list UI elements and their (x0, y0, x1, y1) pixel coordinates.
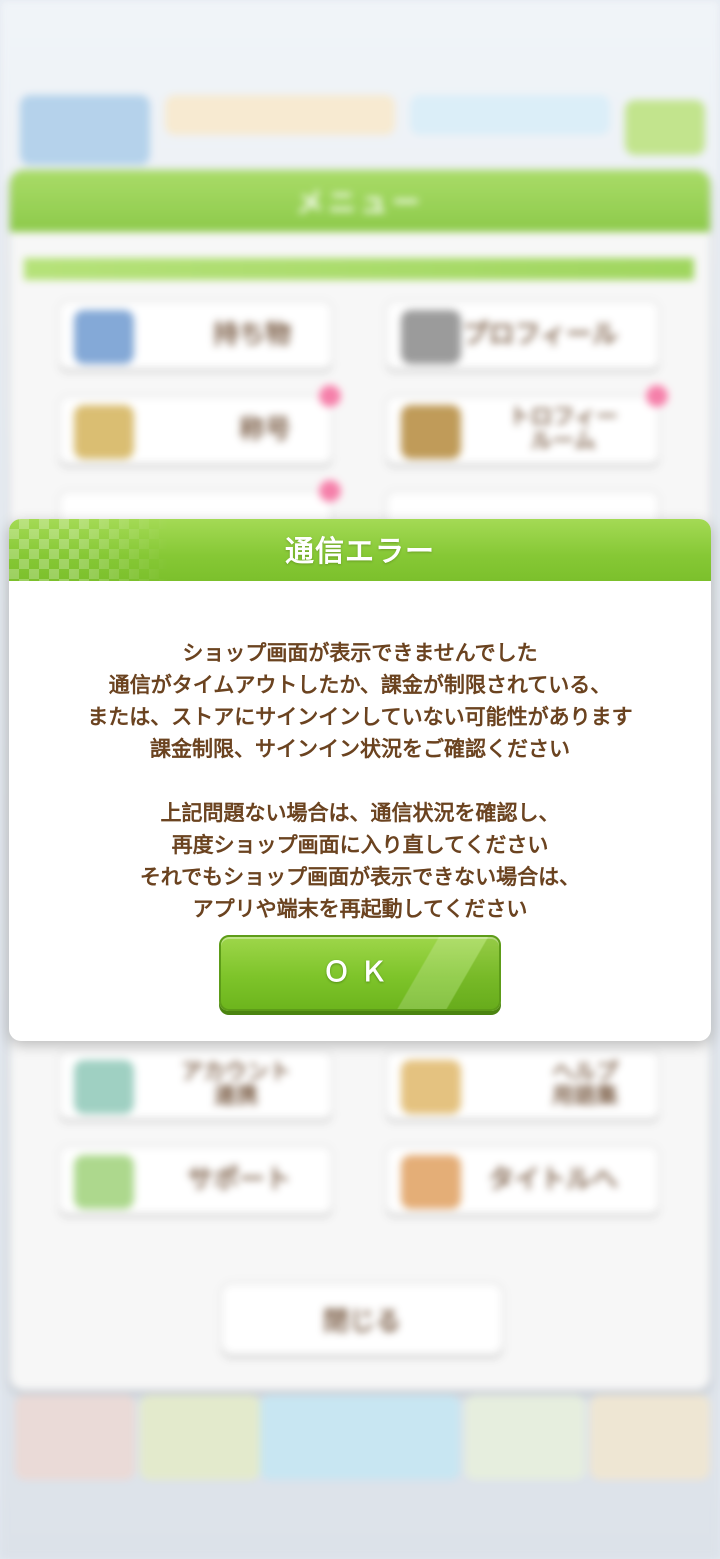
message-line: 上記問題ない場合は、通信状況を確認し、 (160, 801, 560, 825)
message-line: 再度ショップ画面に入り直してください (171, 833, 549, 857)
ok-button-label: ＯＫ (323, 957, 397, 988)
message-line: アプリや端末を再起動してください (192, 897, 528, 921)
message-line: ショップ画面が表示できませんでした (182, 641, 538, 665)
dialog-title: 通信エラー (284, 534, 435, 568)
message-line: それでもショップ画面が表示できない場合は、 (139, 865, 581, 889)
ok-button[interactable]: ＯＫ (219, 935, 501, 1011)
error-dialog: 通信エラー ショップ画面が表示できませんでした 通信がタイムアウトしたか、課金が… (9, 519, 711, 1041)
message-line: 通信がタイムアウトしたか、課金が制限されている、 (108, 673, 612, 697)
message-line: または、ストアにサインインしていない可能性があります (87, 705, 633, 729)
dialog-header: 通信エラー (9, 519, 711, 581)
dialog-message: ショップ画面が表示できませんでした 通信がタイムアウトしたか、課金が制限されてい… (9, 637, 711, 925)
message-line: 課金制限、サインイン状況をご確認ください (150, 737, 570, 761)
